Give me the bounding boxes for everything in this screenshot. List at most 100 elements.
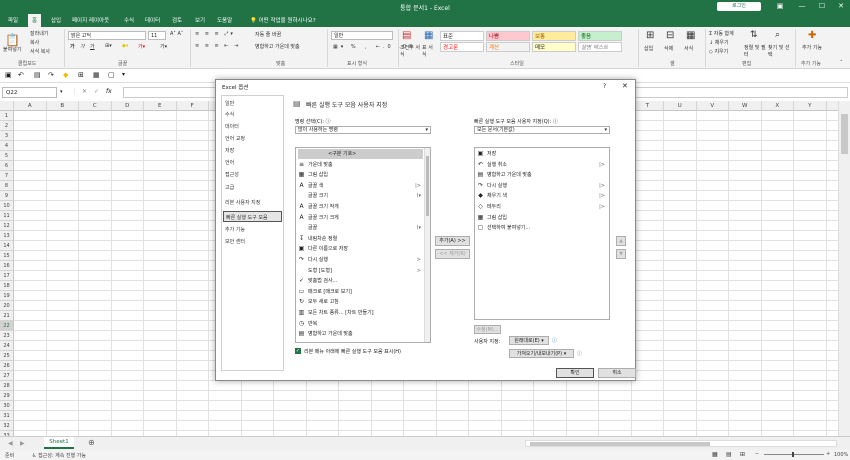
fx-icon[interactable]: fx	[106, 88, 112, 95]
redo-icon[interactable]: ↷	[48, 71, 54, 79]
row-header[interactable]: 19	[0, 291, 14, 301]
tell-me-search[interactable]: 💡 어떤 작업을 원하시나요?	[250, 16, 316, 24]
remove-button[interactable]: << 제거(R)	[435, 249, 470, 259]
command-item[interactable]: ↻ 모두 새로 고침	[298, 297, 423, 307]
row-header[interactable]: 7	[0, 171, 14, 181]
command-item[interactable]: ↷ 다시 실행 |>	[477, 181, 607, 191]
page-break-view-icon[interactable]: ⊞	[740, 451, 745, 458]
command-item[interactable]: ▣ 저장	[477, 149, 607, 159]
sort-filter-icon[interactable]: ⇅	[750, 30, 758, 40]
command-item[interactable]: ↷ 다시 실행 >	[298, 255, 423, 265]
sheet-tab[interactable]: Sheet1	[44, 437, 74, 449]
tab-help[interactable]: 도움말	[217, 16, 232, 24]
find-select-button[interactable]: 찾기 및 선택	[768, 44, 792, 58]
column-header[interactable]: A	[14, 101, 47, 111]
row-header[interactable]: 8	[0, 181, 14, 191]
autosum-button[interactable]: Σ 자동 합계	[709, 30, 734, 37]
command-item[interactable]: A 글꼴 색 |>	[298, 181, 423, 191]
row-header[interactable]: 32	[0, 421, 14, 431]
picture-icon[interactable]: ▦	[93, 71, 100, 79]
row-header[interactable]: 6	[0, 161, 14, 171]
column-header[interactable]: U	[664, 101, 697, 111]
zoom-in-icon[interactable]: +	[826, 451, 830, 457]
border-icon[interactable]: ⊞▾	[105, 43, 112, 49]
border-icon[interactable]: ⊞	[78, 71, 84, 79]
tab-insert[interactable]: 삽입	[51, 16, 61, 24]
move-up-button[interactable]: ▲	[616, 236, 626, 246]
command-item[interactable]: ▦ 그림 삽입	[298, 170, 423, 180]
horizontal-scrollbar[interactable]	[525, 440, 837, 447]
commands-scrollbar[interactable]	[424, 148, 430, 342]
command-item[interactable]: ◇ 테두리 |>	[477, 202, 607, 212]
options-nav-item[interactable]: 수식	[225, 111, 234, 118]
paste-button[interactable]: 붙여넣기	[3, 46, 21, 53]
next-sheet-icon[interactable]: ▶	[20, 440, 25, 447]
row-header[interactable]: 28	[0, 381, 14, 391]
login-button[interactable]: 로그인	[717, 2, 761, 11]
column-header[interactable]: D	[111, 101, 144, 111]
style-note[interactable]: 메모	[532, 42, 576, 52]
command-item[interactable]: 도형 [도형] >	[298, 266, 423, 276]
row-header[interactable]: 17	[0, 271, 14, 281]
zoom-slider-thumb[interactable]	[792, 452, 794, 457]
cancel-button[interactable]: 취소	[598, 368, 636, 378]
save-icon[interactable]: ▣	[5, 71, 12, 79]
column-header[interactable]: V	[696, 101, 729, 111]
accessibility-status[interactable]: ♿ 접근성: 계속 진행 가능	[32, 452, 86, 459]
style-explanatory[interactable]: 설명 텍스트	[578, 42, 622, 52]
options-nav-item[interactable]: 리본 사용자 지정	[225, 199, 260, 206]
font-name-select[interactable]: 맑은 고딕	[68, 31, 146, 40]
qat-dropdown-icon[interactable]: ▾	[122, 71, 125, 78]
column-header[interactable]: W	[729, 101, 762, 111]
bold-icon[interactable]: 가	[70, 43, 75, 50]
sort-filter-button[interactable]: 정렬 및 필터	[744, 44, 766, 58]
options-nav-item[interactable]: 언어 교정	[225, 135, 245, 142]
tab-home[interactable]: 홈	[28, 14, 42, 27]
column-header[interactable]: T	[631, 101, 664, 111]
underline-icon[interactable]: 가	[90, 43, 95, 50]
table-format-button[interactable]: 표 서식	[422, 44, 436, 58]
column-header[interactable]: X	[761, 101, 794, 111]
ribbon-display-icon[interactable]: ▣	[770, 2, 790, 10]
add-sheet-icon[interactable]: ⊕	[88, 438, 95, 447]
italic-icon[interactable]: 가	[80, 43, 85, 50]
command-item[interactable]: ◆ 채우기 색 |>	[477, 191, 607, 201]
style-warning[interactable]: 경고문	[440, 42, 484, 52]
name-box[interactable]: Q22	[2, 87, 57, 98]
enter-icon[interactable]: ✓	[94, 88, 99, 95]
show-below-checkbox[interactable]: ✓	[295, 348, 301, 354]
copy-button[interactable]: 복사	[30, 39, 39, 46]
command-item[interactable]: ✓ 맞춤법 검사...	[298, 276, 423, 286]
move-down-button[interactable]: ▼	[616, 249, 626, 259]
format-cells-button[interactable]: 서식	[684, 45, 693, 52]
page-layout-view-icon[interactable]: ▤	[726, 451, 732, 458]
command-item[interactable]: A 글꼴 크기 작게	[298, 202, 423, 212]
h-scroll-thumb[interactable]	[530, 442, 710, 446]
find-select-icon[interactable]: ⌕	[775, 30, 780, 40]
row-header[interactable]: 15	[0, 251, 14, 261]
font-grow-icon[interactable]: A˄ A˅	[170, 31, 183, 37]
command-item[interactable]: <구분 기호>	[298, 149, 423, 159]
insert-cells-button[interactable]: 삽입	[644, 45, 653, 52]
zoom-out-icon[interactable]: −	[755, 451, 759, 457]
tab-view[interactable]: 보기	[195, 16, 205, 24]
merge-center-button[interactable]: 병합하고 가운데 맞춤	[255, 43, 300, 50]
collapse-ribbon-icon[interactable]: ˄	[840, 60, 843, 66]
column-header[interactable]: Z	[826, 101, 838, 111]
row-header[interactable]: 29	[0, 391, 14, 401]
row-header[interactable]: 16	[0, 261, 14, 271]
command-item[interactable]: ▤ 병합하고 가운데 맞춤	[298, 329, 423, 339]
column-header[interactable]: Y	[794, 101, 827, 111]
addins-icon[interactable]: ✚	[808, 30, 816, 41]
command-item[interactable]: ≡ 가운데 맞춤	[298, 160, 423, 170]
row-header[interactable]: 12	[0, 221, 14, 231]
row-header[interactable]: 9	[0, 191, 14, 201]
conditional-format-button[interactable]: 조건부 서식	[400, 44, 420, 58]
column-header[interactable]: F	[176, 101, 209, 111]
clear-button[interactable]: ◇ 지우기	[709, 48, 728, 55]
close-icon[interactable]: ✕	[831, 2, 850, 10]
row-header[interactable]: 3	[0, 131, 14, 141]
row-header[interactable]: 26	[0, 361, 14, 371]
horizontal-align-icons[interactable]: ≡ ≡ ≡ ⇤ ⇥	[195, 43, 240, 49]
row-header[interactable]: 24	[0, 341, 14, 351]
